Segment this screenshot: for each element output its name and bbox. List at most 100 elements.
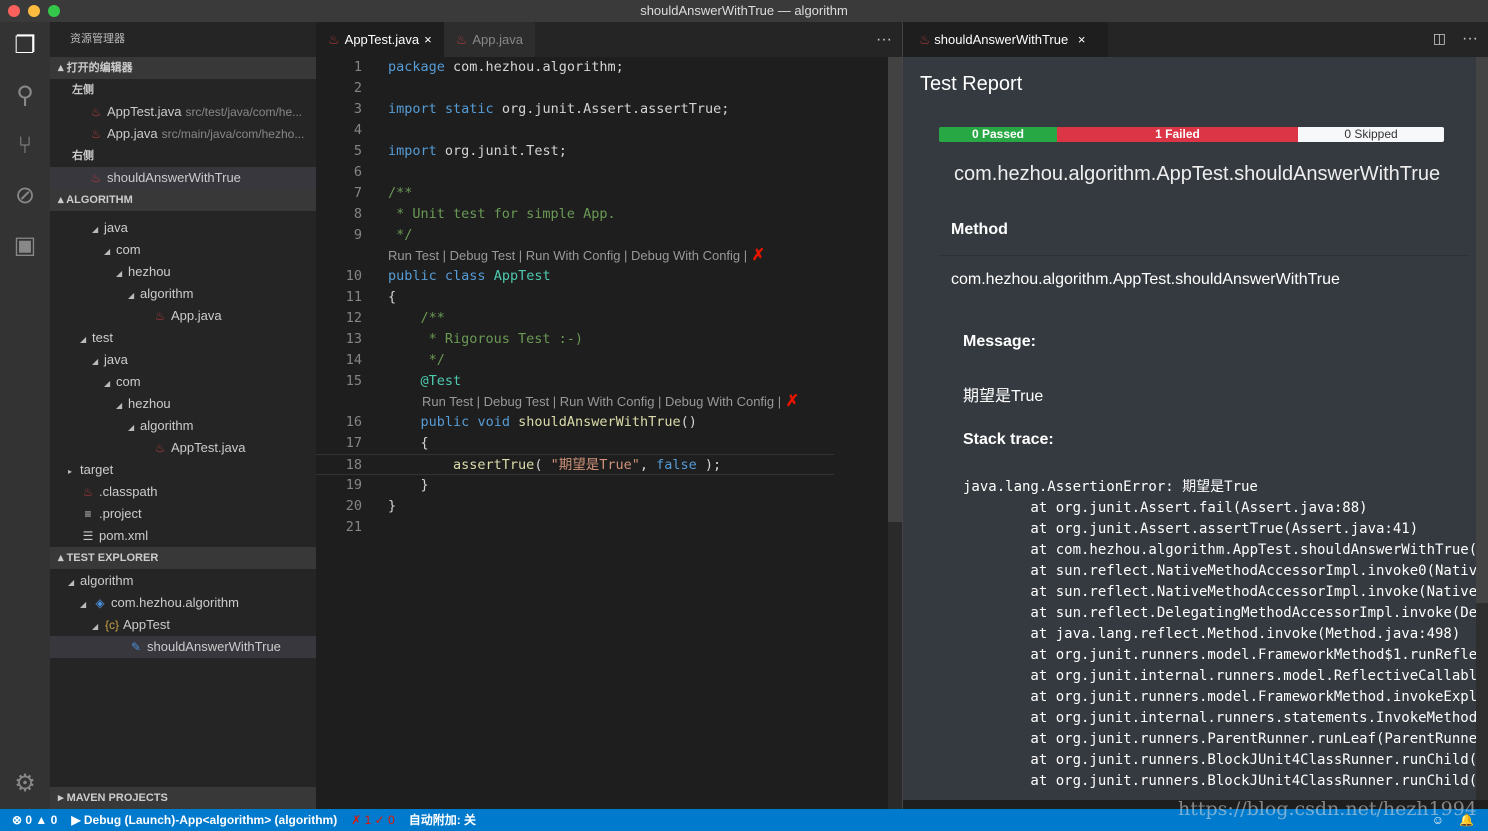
code-line[interactable]: 21 [316,517,888,538]
open-editors-header[interactable]: ▴ 打开的编辑器 [50,57,316,79]
minimize-window-button[interactable] [28,5,40,17]
code-line[interactable]: 8 * Unit test for simple App. [316,204,888,225]
scrollbar-thumb[interactable] [888,57,902,522]
twistie-icon[interactable]: ◢ [92,351,104,371]
code-line[interactable]: 20} [316,496,888,517]
codelens-actions[interactable]: Run Test | Debug Test | Run With Config … [422,392,799,412]
code-line[interactable]: 15 @Test [316,371,888,392]
twistie-icon[interactable]: ◢ [104,241,116,261]
twistie-icon[interactable]: ◢ [104,373,116,393]
stack-line: at org.junit.Assert.assertTrue(Assert.ja… [963,521,1419,537]
code-editor: ♨ AppTest.java × ♨ App.java ··· 1 package co… [316,22,902,809]
report-scrollbar[interactable] [1476,57,1488,800]
twistie-icon[interactable]: ◢ [116,395,128,415]
tree-item[interactable]: ◢ com [50,239,316,261]
test-results-indicator[interactable]: ✗ 1 ✓ 0 [351,809,395,831]
close-tab-icon[interactable]: × [1078,32,1086,47]
code-line[interactable]: 3 import static org.junit.Assert.assertTr… [316,99,888,120]
tree-item[interactable]: ◢ algorithm [50,283,316,305]
tree-item[interactable]: ♨ AppTest.java [50,437,316,459]
auto-attach-toggle[interactable]: 自动附加: 关 [409,809,476,831]
tree-item[interactable]: ≡ .project [50,503,316,525]
codelens-text[interactable]: Run Test | Debug Test | Run With Config … [388,248,747,263]
token: public [388,268,437,284]
code-line[interactable]: 1 package com.hezhou.algorithm; [316,57,888,78]
tree-item[interactable]: ◢ test [50,327,316,349]
token: public [420,414,470,430]
tree-item[interactable]: ♨ .classpath [50,481,316,503]
debug-icon[interactable]: ⊘ [11,182,39,210]
twistie-icon[interactable]: ◢ [128,285,140,305]
source-control-icon[interactable]: ⑂ [11,132,39,160]
editor-scrollbar[interactable] [888,57,902,809]
twistie-icon[interactable]: ◢ [92,219,104,239]
twistie-icon[interactable]: ◢ [80,329,92,349]
test-explorer-header[interactable]: ▴ TEST EXPLORER [50,547,316,569]
twistie-icon[interactable]: ◢ [116,263,128,283]
more-actions-icon[interactable]: ··· [1462,30,1478,48]
code-line[interactable]: 16 public void shouldAnswerWithTrue() [316,412,888,433]
close-tab-icon[interactable]: × [424,22,432,57]
project-header[interactable]: ▴ ALGORITHM [50,189,316,211]
code-line[interactable]: 11 { [316,287,888,308]
tree-item[interactable]: ◢ algorithm [50,570,316,592]
code-area[interactable]: 1 package com.hezhou.algorithm; 2 3 import s… [316,57,888,538]
tab-apptest-java[interactable]: ♨ AppTest.java × [316,22,444,57]
problems-indicator[interactable]: ⊗ 0 ▲ 0 [12,809,57,831]
code-line[interactable]: 7 /** [316,183,888,204]
tree-item[interactable]: ▸ target [50,459,316,481]
line-number: 8 [353,206,362,222]
tab-label: App.java [472,32,523,47]
code-line[interactable]: 5 import org.junit.Test; [316,141,888,162]
tree-item[interactable]: ◢ algorithm [50,415,316,437]
item-label: hezhou [128,396,171,411]
code-line[interactable]: 2 [316,78,888,99]
tree-item[interactable]: ◢ hezhou [50,393,316,415]
tab-test-report[interactable]: ♨ shouldAnswerWithTrue × [903,22,1108,57]
skipped-segment: 0 Skipped [1298,127,1444,142]
codelens-text[interactable]: Run Test | Debug Test | Run With Config … [422,394,781,409]
close-window-button[interactable] [8,5,20,17]
open-editor-item[interactable]: ♨ AppTest.java src/test/java/com/he... [50,101,316,123]
code-line[interactable]: 4 [316,120,888,141]
files-icon[interactable]: ❐ [11,32,39,60]
tree-item[interactable]: ◢ java [50,217,316,239]
code-line[interactable]: 19 } [316,475,888,496]
gear-icon[interactable]: ⚙ [11,770,39,798]
twistie-icon[interactable]: ◢ [68,572,80,592]
twistie-icon[interactable]: ◢ [80,594,92,614]
code-line[interactable]: 14 */ [316,350,888,371]
tree-item[interactable]: ◢ hezhou [50,261,316,283]
tree-item[interactable]: ☰ pom.xml [50,525,316,547]
code-line[interactable]: 10 public class AppTest [316,266,888,287]
code-line[interactable]: 12 /** [316,308,888,329]
code-line[interactable]: 9 */ [316,225,888,246]
tree-item[interactable]: ✎ shouldAnswerWithTrue [50,636,316,658]
code-line[interactable]: 13 * Rigorous Test :-) [316,329,888,350]
maven-projects-header[interactable]: ▸ MAVEN PROJECTS [50,787,316,809]
search-icon[interactable]: ⚲ [11,82,39,110]
tree-item[interactable]: ◢ com [50,371,316,393]
open-editor-item[interactable]: ♨ shouldAnswerWithTrue [50,167,316,189]
twistie-icon[interactable]: ◢ [92,616,104,636]
maximize-window-button[interactable] [48,5,60,17]
split-editor-icon[interactable]: ◫ [1433,30,1446,47]
code-line[interactable]: 17 { [316,433,888,454]
tree-item[interactable]: ♨ App.java [50,305,316,327]
twistie-icon[interactable]: ◢ [128,417,140,437]
line-number: 6 [353,164,362,180]
scrollbar-thumb[interactable] [1476,57,1488,603]
tree-item[interactable]: ◢ java [50,349,316,371]
twistie-icon[interactable]: ▸ [68,461,80,481]
tree-item[interactable]: ◢ ◈ com.hezhou.algorithm [50,592,316,614]
extensions-icon[interactable]: ▣ [11,232,39,260]
tree-item[interactable]: ◢ {c} AppTest [50,614,316,636]
open-editor-item[interactable]: ♨ App.java src/main/java/com/hezho... [50,123,316,145]
debug-launch-button[interactable]: ▶ Debug (Launch)-App<algorithm> (algorit… [71,809,337,831]
code-line[interactable]: 6 [316,162,888,183]
code-line[interactable]: 18 assertTrue( "期望是True", false ); [316,454,834,475]
codelens: Run Test | Debug Test | Run With Config … [316,392,888,412]
codelens-actions[interactable]: Run Test | Debug Test | Run With Config … [388,246,765,266]
more-actions-icon[interactable]: ··· [876,22,892,57]
tab-app-java[interactable]: ♨ App.java [443,22,535,57]
